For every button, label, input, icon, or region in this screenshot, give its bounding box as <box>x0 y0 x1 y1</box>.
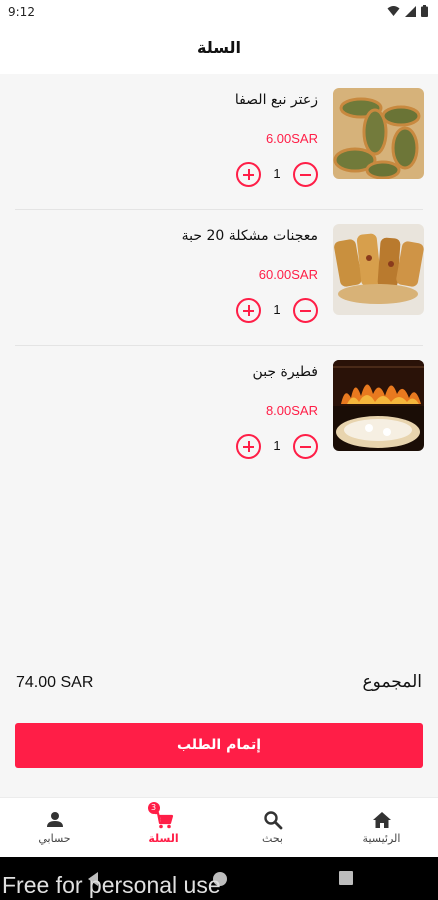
item-price: 60.00SAR <box>258 267 318 282</box>
quantity-stepper: 1 <box>236 434 318 460</box>
nav-label: بحث <box>262 832 283 845</box>
quantity-value: 1 <box>273 302 281 317</box>
nav-item-home[interactable]: الرئيسية <box>327 798 436 858</box>
increase-quantity-button[interactable] <box>236 162 261 187</box>
signal-icon <box>405 5 416 17</box>
quantity-value: 1 <box>273 438 281 453</box>
cart-count-badge: 3 <box>147 802 160 814</box>
bottom-nav: حسابي 3 السلة بحث الرئيسية <box>0 797 438 857</box>
item-price: 6.00SAR <box>265 131 318 146</box>
quantity-stepper: 1 <box>236 298 318 324</box>
wifi-icon <box>387 6 400 16</box>
increase-quantity-button[interactable] <box>236 298 261 323</box>
decrease-quantity-button[interactable] <box>293 298 318 323</box>
item-price: 8.00SAR <box>265 403 318 418</box>
app-bar: السلة <box>0 24 438 74</box>
item-name: زعتر نبع الصفا <box>234 92 318 108</box>
page-title: السلة <box>196 38 241 57</box>
total-label: المجموع <box>362 672 422 692</box>
nav-item-cart[interactable]: 3 السلة <box>109 798 218 858</box>
minus-icon <box>300 309 311 312</box>
status-bar: 9:12 <box>0 0 438 24</box>
decrease-quantity-button[interactable] <box>293 162 318 187</box>
minus-icon <box>300 445 311 448</box>
search-icon <box>263 811 282 830</box>
product-image <box>333 360 424 451</box>
watermark-text: Free for personal use <box>2 872 221 898</box>
nav-item-search[interactable]: بحث <box>218 798 327 858</box>
nav-item-account[interactable]: حسابي <box>0 798 109 858</box>
recents-icon[interactable] <box>339 871 353 885</box>
status-icons <box>387 5 428 17</box>
cart-total: 74.00 SAR المجموع <box>16 672 422 700</box>
cart-item: فطيرة جبن 8.00SAR 1 <box>0 346 438 482</box>
quantity-stepper: 1 <box>236 162 318 188</box>
quantity-value: 1 <box>273 166 281 181</box>
battery-icon <box>421 5 428 17</box>
minus-icon <box>300 173 311 176</box>
cart-item: معجنات مشكلة 20 حبة 60.00SAR 1 <box>0 210 438 346</box>
increase-quantity-button[interactable] <box>236 434 261 459</box>
product-image <box>333 88 424 179</box>
item-name: معجنات مشكلة 20 حبة <box>181 228 318 244</box>
item-name: فطيرة جبن <box>252 364 318 380</box>
product-image <box>333 224 424 315</box>
person-icon <box>46 812 63 827</box>
nav-label: السلة <box>148 832 179 845</box>
total-value: 74.00 SAR <box>16 674 94 691</box>
nav-label: الرئيسية <box>362 832 401 845</box>
cart-item: زعتر نبع الصفا 6.00SAR 1 <box>0 74 438 210</box>
nav-label: حسابي <box>38 832 71 845</box>
decrease-quantity-button[interactable] <box>293 434 318 459</box>
checkout-button[interactable]: إتمام الطلب <box>15 723 423 768</box>
home-icon <box>372 812 391 828</box>
status-time: 9:12 <box>8 5 35 19</box>
